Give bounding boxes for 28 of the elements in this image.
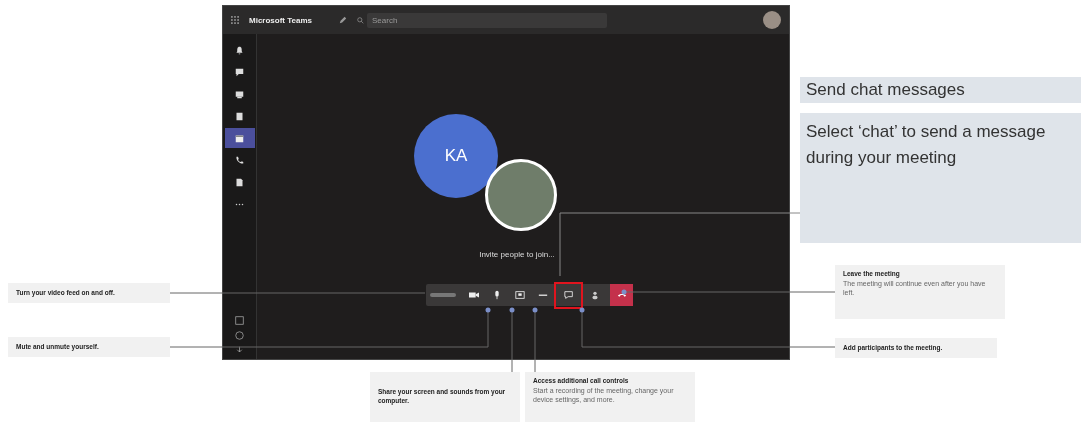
leader-line (509, 307, 515, 373)
leader-line (532, 307, 538, 373)
initials-avatar: KA (414, 114, 498, 198)
calendar-icon (235, 133, 244, 143)
chat-icon (563, 290, 574, 300)
profile-avatar[interactable] (763, 11, 781, 29)
compose-icon[interactable] (339, 16, 347, 24)
share-screen-icon (514, 290, 525, 300)
sidebar-item[interactable] (224, 128, 255, 148)
people-icon (589, 290, 600, 300)
files-icon (235, 177, 244, 187)
camera-icon (468, 290, 479, 300)
bell-icon (235, 45, 244, 55)
download-icon[interactable] (235, 346, 244, 355)
panel-heading: Send chat messages (800, 77, 1081, 103)
chat-icon (235, 67, 244, 77)
chat-button[interactable] (554, 281, 583, 309)
search-icon (357, 16, 364, 24)
search-field[interactable]: Search (367, 12, 607, 28)
teams-icon (235, 89, 244, 99)
invite-text: Invite people to join... (478, 250, 556, 259)
apps-icon[interactable] (235, 316, 244, 325)
app-title: Microsoft Teams (249, 15, 313, 25)
help-icon[interactable] (235, 331, 244, 340)
grid-icon (231, 16, 239, 24)
assignments-icon (235, 111, 244, 121)
panel-text: Select ‘chat’ to send a message during your meeting (800, 113, 1081, 243)
calls-icon (235, 155, 244, 165)
